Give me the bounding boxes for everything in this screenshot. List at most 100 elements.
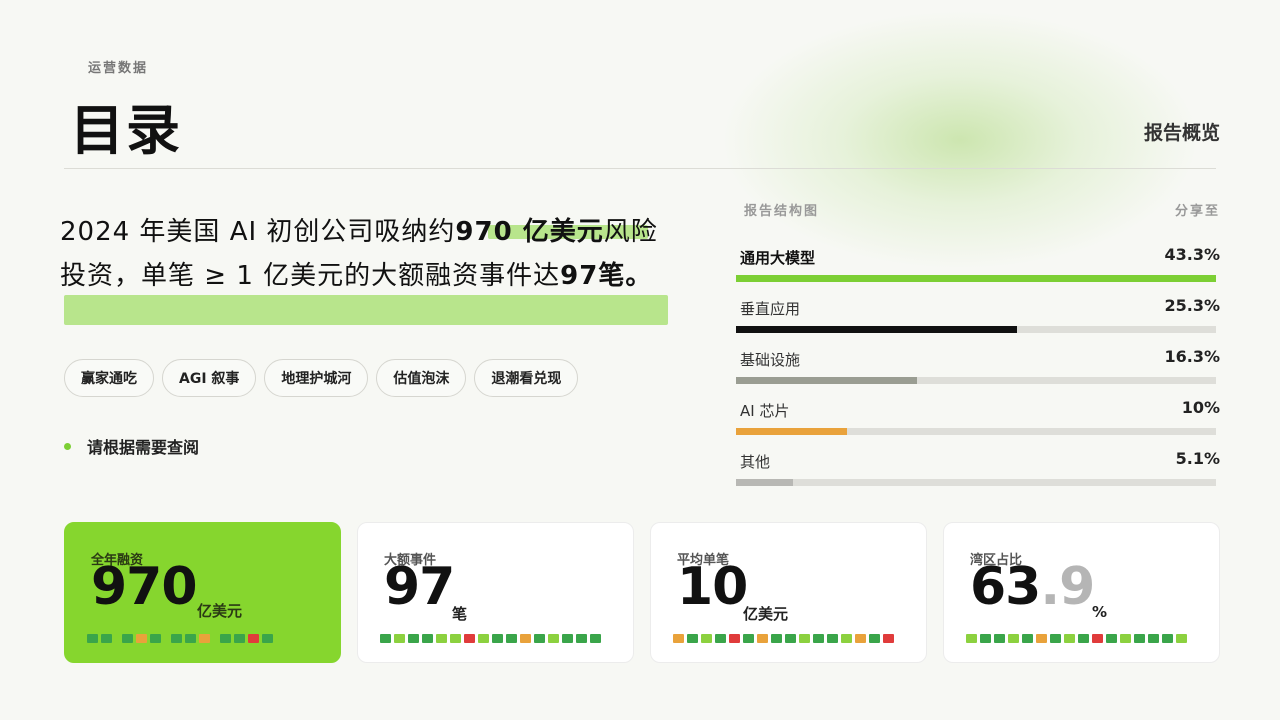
stat-value: 63 [970, 557, 1041, 617]
tag-list: 赢家通吃 AGI 叙事 地理护城河 估值泡沫 退潮看兑现 [64, 359, 579, 397]
status-tick [394, 634, 405, 643]
progress-fill [736, 428, 847, 435]
status-tick [980, 634, 991, 643]
status-tick [492, 634, 503, 643]
status-tick [220, 634, 231, 643]
structure-row-label: 基础设施 [740, 351, 801, 369]
structure-row-value: 43.3% [1164, 245, 1220, 264]
tag-chip[interactable]: AGI 叙事 [162, 359, 257, 397]
structure-row[interactable]: 其他 5.1% [736, 448, 1220, 499]
tag-chip[interactable]: 赢家通吃 [64, 359, 154, 397]
status-tick [262, 634, 273, 643]
status-tick [506, 634, 517, 643]
structure-row[interactable]: 垂直应用 25.3% [736, 295, 1220, 346]
status-ticks [966, 634, 1187, 643]
status-tick [701, 634, 712, 643]
progress-track [736, 479, 1216, 486]
stat-number: 63.9 [970, 557, 1095, 617]
status-tick [408, 634, 419, 643]
status-tick [827, 634, 838, 643]
status-tick [422, 634, 433, 643]
progress-track [736, 275, 1216, 282]
progress-fill [736, 326, 1017, 333]
stat-card[interactable]: 大额事件 97 笔 [357, 522, 634, 663]
stat-number: 10 [677, 557, 748, 617]
page-title: 目录 [70, 99, 182, 162]
stat-value: 97 [384, 557, 455, 617]
status-tick [869, 634, 880, 643]
bullet-dot-icon [64, 442, 71, 450]
tag-chip[interactable]: 地理护城河 [264, 359, 369, 397]
section-kicker: 运营数据 [88, 61, 149, 76]
status-tick [813, 634, 824, 643]
headline-text: 2024 年美国 AI 初创公司吸纳约 [60, 217, 456, 247]
headline: 2024 年美国 AI 初创公司吸纳约970 亿美元风险投资，单笔 ≥ 1 亿美… [60, 210, 680, 298]
status-tick [548, 634, 559, 643]
structure-row-value: 5.1% [1175, 449, 1220, 468]
status-tick [1106, 634, 1117, 643]
stat-unit: 亿美元 [743, 605, 789, 623]
status-tick [380, 634, 391, 643]
status-ticks [380, 634, 601, 643]
status-tick [994, 634, 1005, 643]
stat-decimal: .9 [1040, 557, 1095, 617]
progress-track [736, 326, 1216, 333]
status-tick [450, 634, 461, 643]
status-tick [855, 634, 866, 643]
status-tick [785, 634, 796, 643]
status-tick [771, 634, 782, 643]
progress-track [736, 377, 1216, 384]
note: 请根据需要查阅 [64, 434, 199, 458]
headline-text: 笔。 [598, 261, 653, 291]
tag-chip[interactable]: 退潮看兑现 [474, 359, 579, 397]
status-tick [171, 634, 182, 643]
status-tick [199, 634, 210, 643]
status-tick [1162, 634, 1173, 643]
stat-card[interactable]: 湾区占比 63.9% [943, 522, 1220, 663]
report-overview-link[interactable]: 报告概览 [1144, 118, 1220, 145]
stat-value: 970 [91, 557, 198, 617]
progress-fill [736, 275, 1216, 282]
structure-row[interactable]: 通用大模型 43.3% [736, 244, 1220, 295]
status-tick [534, 634, 545, 643]
status-tick [562, 634, 573, 643]
status-tick [1036, 634, 1047, 643]
status-tick [729, 634, 740, 643]
progress-fill [736, 479, 793, 486]
status-tick [1134, 634, 1145, 643]
note-text: 请根据需要查阅 [87, 438, 200, 457]
stat-unit: % [1092, 603, 1108, 621]
status-tick [436, 634, 447, 643]
status-tick [87, 634, 98, 643]
structure-row-label: 垂直应用 [740, 300, 801, 318]
status-tick [966, 634, 977, 643]
structure-row[interactable]: 基础设施 16.3% [736, 346, 1220, 397]
tag-chip[interactable]: 估值泡沫 [376, 359, 467, 397]
status-tick [234, 634, 245, 643]
status-tick [1022, 634, 1033, 643]
stat-unit: 亿美元 [197, 602, 243, 620]
structure-row-label: AI 芯片 [740, 402, 790, 420]
status-tick [520, 634, 531, 643]
status-tick [743, 634, 754, 643]
status-tick [150, 634, 161, 643]
structure-row-label: 其他 [740, 453, 771, 471]
structure-row[interactable]: AI 芯片 10% [736, 397, 1220, 448]
stat-value: 10 [677, 557, 748, 617]
header-divider [64, 168, 1216, 169]
status-tick [185, 634, 196, 643]
status-tick [576, 634, 587, 643]
structure-row-label: 通用大模型 [740, 249, 816, 267]
stat-card[interactable]: 平均单笔 10 亿美元 [650, 522, 927, 663]
status-tick [136, 634, 147, 643]
headline-count: 97 [560, 261, 599, 291]
share-link[interactable]: 分享至 [1175, 200, 1220, 219]
status-tick [478, 634, 489, 643]
stat-card[interactable]: 全年融资 970 亿美元 [64, 522, 341, 663]
status-tick [1050, 634, 1061, 643]
status-tick [1120, 634, 1131, 643]
status-tick [115, 634, 119, 643]
status-tick [164, 634, 168, 643]
status-tick [590, 634, 601, 643]
progress-fill [736, 377, 917, 384]
